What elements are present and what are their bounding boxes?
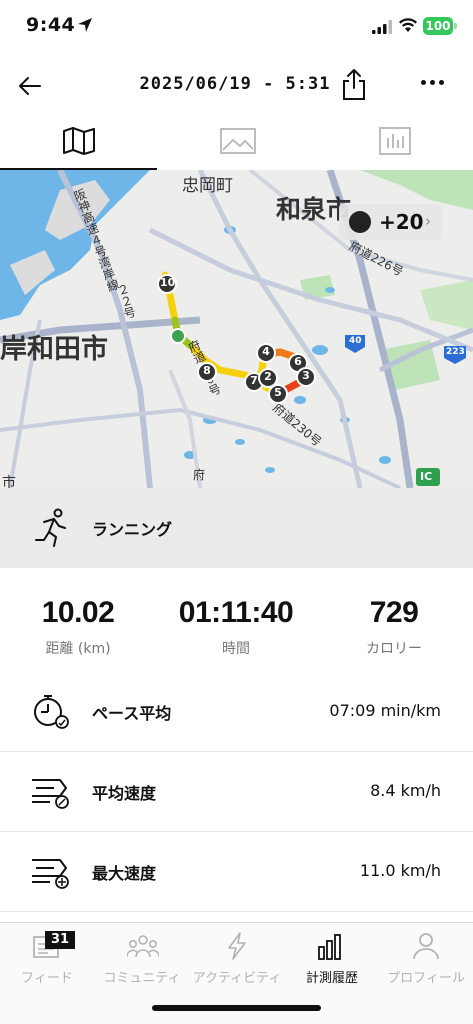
- nav-activity[interactable]: アクティビティ: [190, 923, 284, 993]
- route-shield-40: 40: [349, 336, 362, 346]
- km-marker-label: 3: [302, 369, 310, 382]
- calories-value: 729: [369, 596, 419, 629]
- km-marker-label: 6: [294, 355, 302, 368]
- speed-average-icon: [32, 779, 69, 809]
- home-indicator: [152, 1005, 321, 1011]
- nav-label: フィード: [21, 971, 73, 986]
- achievement-icon: [349, 211, 371, 233]
- map-label-ichi: 市: [2, 475, 16, 488]
- km-marker-label: 2: [264, 370, 272, 383]
- tab-charts[interactable]: [316, 112, 473, 170]
- km-marker-label: 10: [160, 276, 176, 289]
- stat-row-max-speed: 最大速度 11.0 km/h: [0, 832, 473, 912]
- status-bar: 9:44 100: [0, 0, 473, 56]
- nav-profile[interactable]: プロフィール: [379, 923, 473, 993]
- tab-map[interactable]: [0, 112, 157, 170]
- nav-community[interactable]: コミュニティ: [95, 923, 189, 993]
- stat-value: 07:09 min/km: [329, 701, 441, 720]
- nav-feed[interactable]: 31 フィード: [0, 923, 94, 993]
- stat-value: 8.4 km/h: [370, 781, 441, 800]
- achievements-count: +20: [379, 210, 424, 234]
- status-time: 9:44: [26, 14, 76, 36]
- calories-label: カロリー: [366, 641, 422, 657]
- km-marker-label: 4: [262, 345, 270, 358]
- header: 2025/06/19 - 5:31: [0, 60, 473, 110]
- wifi-icon: [399, 18, 417, 32]
- achievements-badge-button[interactable]: +20 ›: [339, 204, 442, 240]
- map-label-chuoka: 忠岡町: [182, 176, 233, 196]
- view-tabs: [0, 112, 473, 170]
- location-arrow-icon: [78, 18, 92, 32]
- time-label: 時間: [222, 641, 250, 657]
- stat-value: 11.0 km/h: [359, 861, 441, 880]
- activity-type-row[interactable]: ランニング: [0, 488, 473, 568]
- chart-icon: [379, 127, 411, 155]
- lightning-icon: [228, 932, 246, 960]
- map-label-fu: 府: [193, 468, 206, 482]
- distance-value: 10.02: [41, 596, 115, 629]
- signal-icon: [372, 20, 392, 34]
- nav-label: 計測履歴: [305, 971, 358, 986]
- profile-icon: [413, 933, 439, 960]
- km-marker-label: 7: [250, 374, 258, 387]
- more-dot-icon: [430, 80, 435, 85]
- community-icon: [127, 935, 159, 958]
- summary-distance: 10.02 距離 (km): [8, 594, 148, 658]
- stat-label: 最大速度: [92, 864, 157, 883]
- tab-photos[interactable]: [158, 112, 315, 170]
- route-map[interactable]: 忠岡町 和泉市 岸和田市 阪神高速４号湾岸線 府道226号 府道230号 府道３…: [0, 170, 473, 488]
- stat-label: 平均速度: [92, 784, 157, 803]
- more-dot-icon: [439, 80, 444, 85]
- distance-label: 距離 (km): [45, 641, 111, 657]
- activity-date-title: 2025/06/19 - 5:31: [139, 74, 331, 94]
- stat-label: ペース平均: [92, 704, 172, 723]
- nav-label: アクティビティ: [192, 971, 282, 986]
- stopwatch-icon: [34, 695, 69, 729]
- share-icon[interactable]: [338, 66, 370, 102]
- battery-indicator: 100: [423, 17, 453, 35]
- back-arrow-icon[interactable]: [14, 70, 46, 102]
- summary-calories: 729 カロリー: [324, 594, 464, 658]
- km-marker-label: 8: [203, 364, 211, 377]
- stat-row-average-speed: 平均速度 8.4 km/h: [0, 752, 473, 832]
- chevron-right-icon: ›: [425, 212, 431, 230]
- more-dot-icon: [421, 80, 426, 85]
- nav-label: コミュニティ: [103, 971, 181, 986]
- activity-summary: 10.02 距離 (km) 01:11:40 時間 729 カロリー: [0, 594, 473, 664]
- interchange-icon: IC: [420, 470, 433, 483]
- map-icon: [63, 127, 95, 155]
- km-marker-label: 5: [274, 386, 282, 399]
- more-options-button[interactable]: [417, 70, 449, 94]
- battery-tip: [454, 23, 457, 29]
- image-icon: [220, 128, 256, 154]
- speed-max-icon: [32, 859, 69, 889]
- map-label-kishiwada: 岸和田市: [0, 334, 108, 365]
- summary-time: 01:11:40 時間: [166, 594, 306, 658]
- nav-tracking-history[interactable]: 計測履歴: [285, 923, 379, 993]
- feed-notification-badge: 31: [45, 931, 75, 949]
- bar-chart-icon: [318, 934, 341, 960]
- activity-type-label: ランニング: [92, 520, 173, 539]
- route-shield-223: 223: [446, 347, 465, 357]
- nav-label: プロフィール: [387, 971, 465, 986]
- time-value: 01:11:40: [178, 596, 294, 629]
- stat-row-average-pace: ペース平均 07:09 min/km: [0, 672, 473, 752]
- running-icon: [35, 508, 66, 547]
